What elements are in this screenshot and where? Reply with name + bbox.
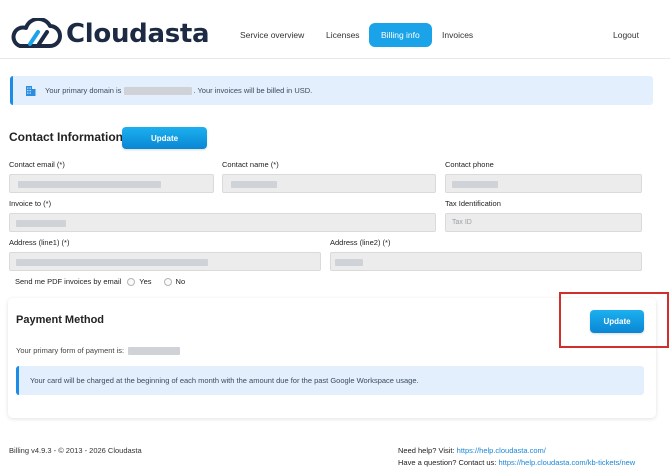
- redacted-value: [16, 220, 66, 227]
- contact-phone-input[interactable]: [445, 174, 642, 193]
- nav-label: Invoices: [442, 30, 474, 40]
- radio-yes[interactable]: [127, 277, 136, 286]
- tax-id-input[interactable]: Tax ID: [445, 213, 642, 232]
- pdf-invoices-option: Send me PDF invoices by email Yes No: [15, 277, 185, 286]
- address2-input[interactable]: [330, 252, 642, 271]
- primary-payment-label: Your primary form of payment is:: [16, 346, 125, 355]
- highlight-box: [559, 292, 669, 348]
- nav-billing-info[interactable]: Billing info: [369, 23, 432, 47]
- invoice-to-input[interactable]: [9, 213, 436, 232]
- help-link[interactable]: https://help.cloudasta.com/: [457, 446, 546, 455]
- contact-update-button[interactable]: Update: [122, 127, 207, 149]
- domain-alert-prefix: Your primary domain is: [45, 86, 122, 95]
- footer-question: Have a question? Contact us: https://hel…: [398, 458, 635, 467]
- footer-version: Billing v4.9.3 - © 2013 - 2026 Cloudasta: [9, 446, 142, 455]
- name-label: Contact name (*): [222, 160, 279, 169]
- nav-label: Service overview: [240, 30, 305, 40]
- address1-input[interactable]: [9, 252, 321, 271]
- nav-label: Licenses: [326, 30, 360, 40]
- cloudasta-logo[interactable]: Cloudasta: [10, 18, 210, 50]
- radio-yes-label[interactable]: Yes: [139, 277, 151, 286]
- tickets-link[interactable]: https://help.cloudasta.com/kb-tickets/ne…: [498, 458, 635, 467]
- tax-id-placeholder: Tax ID: [452, 219, 472, 226]
- brand-name: Cloudasta: [66, 19, 210, 49]
- logout-link[interactable]: Logout: [613, 23, 639, 47]
- footer-help: Need help? Visit: https://help.cloudasta…: [398, 446, 546, 455]
- redacted-value: [18, 181, 161, 188]
- pdf-invoices-label: Send me PDF invoices by email: [15, 277, 122, 286]
- redacted-value: [231, 181, 277, 188]
- nav-licenses[interactable]: Licenses: [326, 23, 360, 47]
- help-prefix: Need help? Visit:: [398, 446, 457, 455]
- address1-label: Address (line1) (*): [9, 238, 70, 247]
- contact-name-input[interactable]: [222, 174, 436, 193]
- tax-id-label: Tax Identification: [445, 199, 501, 208]
- payment-method-title: Payment Method: [16, 314, 105, 326]
- radio-no-label[interactable]: No: [176, 277, 186, 286]
- phone-label: Contact phone: [445, 160, 494, 169]
- contact-info-title: Contact Information: [9, 130, 123, 144]
- redacted-payment: [128, 346, 181, 355]
- header-divider: [0, 58, 670, 59]
- charge-notice-text: Your card will be charged at the beginni…: [30, 376, 419, 385]
- redacted-domain: [124, 86, 193, 95]
- primary-payment-text: Your primary form of payment is:: [16, 346, 181, 355]
- building-icon: [26, 86, 36, 96]
- charge-notice: Your card will be charged at the beginni…: [16, 366, 644, 395]
- question-prefix: Have a question? Contact us:: [398, 458, 499, 467]
- redacted-value: [16, 259, 208, 266]
- email-label: Contact email (*): [9, 160, 65, 169]
- radio-no[interactable]: [163, 277, 172, 286]
- nav-service-overview[interactable]: Service overview: [240, 23, 304, 47]
- nav-label: Billing info: [369, 23, 432, 47]
- nav-invoices[interactable]: Invoices: [442, 23, 473, 47]
- domain-alert-suffix: . Your invoices will be billed in USD.: [193, 86, 313, 95]
- redacted-value: [452, 181, 498, 188]
- redacted-value: [335, 259, 363, 266]
- invoice-to-label: Invoice to (*): [9, 199, 52, 208]
- contact-email-input[interactable]: [9, 174, 214, 193]
- domain-alert: Your primary domain is . Your invoices w…: [10, 76, 653, 105]
- cloud-logo-icon: [11, 18, 62, 48]
- address2-label: Address (line2) (*): [330, 238, 391, 247]
